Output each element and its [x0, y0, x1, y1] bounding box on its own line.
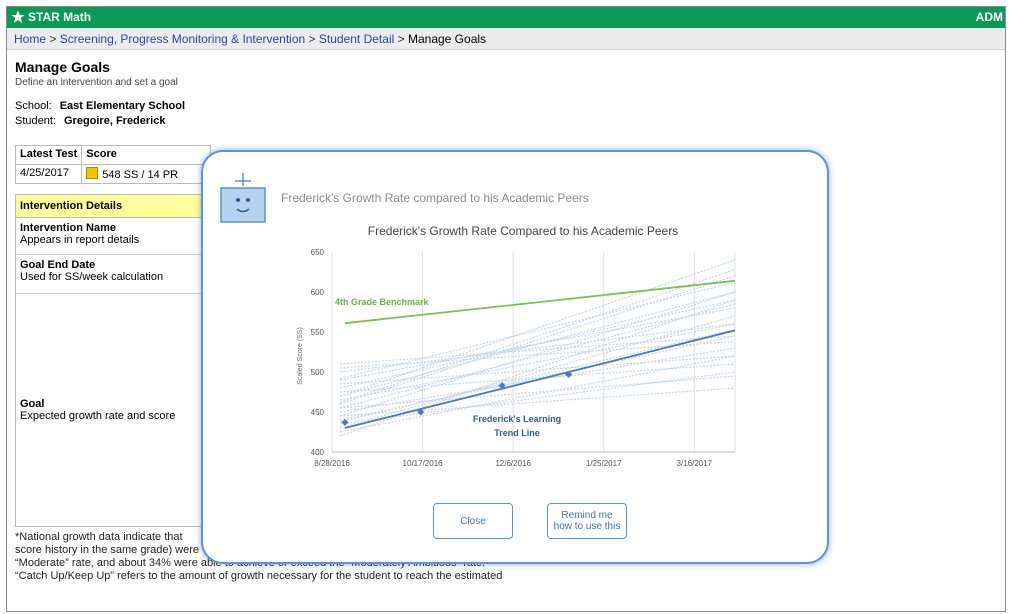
footnote-line-4: “Catch Up/Keep Up” refers to the amount … [15, 570, 503, 582]
footnote-line-2: score history in the same grade) were [15, 544, 200, 556]
latest-test-date: 4/25/2017 [14, 164, 83, 184]
close-button[interactable]: Close [433, 503, 513, 539]
mascot-icon [220, 173, 266, 223]
score-value: 548 SS / 14 PR [102, 169, 179, 181]
breadcrumb-home[interactable]: Home [14, 32, 46, 46]
y-tick-label: 550 [311, 328, 325, 337]
latest-test-table: Latest Test Score 4/25/2017 548 SS / 14 … [14, 145, 212, 184]
trend-line-label-1: Frederick's Learning [473, 414, 561, 424]
x-tick-label: 12/6/2016 [495, 459, 531, 468]
admin-link[interactable]: ADM [976, 10, 1003, 24]
x-tick-label: 10/17/2016 [403, 459, 444, 468]
breadcrumb: Home > Screening, Progress Monitoring & … [7, 28, 1005, 50]
footnote-line-1: *National growth data indicate that [15, 531, 183, 543]
breadcrumb-separator: > [308, 32, 316, 46]
school-name: East Elementary School [59, 100, 186, 112]
remind-me-label-1: Remind me [561, 510, 613, 521]
y-tick-label: 450 [311, 408, 325, 417]
goal-end-date-desc: Used for SS/week calculation [20, 271, 164, 283]
goal-row: Goal Expected growth rate and score [16, 294, 202, 426]
breadcrumb-separator: > [397, 32, 405, 46]
chart-title: Frederick's Growth Rate Compared to his … [368, 224, 678, 238]
breadcrumb-student-detail[interactable]: Student Detail [319, 32, 394, 46]
modal-title: Frederick's Growth Rate compared to his … [281, 191, 589, 205]
goal-end-date-title: Goal End Date [20, 259, 96, 271]
y-axis-label: Scaled Score (SS) [297, 327, 304, 385]
peer-trend-line [339, 323, 736, 401]
breadcrumb-separator: > [49, 32, 57, 46]
growth-rate-modal: Frederick's Growth Rate compared to his … [201, 150, 829, 564]
app-header: STAR Math ADM [7, 7, 1005, 28]
school-label: School: [15, 100, 52, 112]
intervention-name-row: Intervention Name Appears in report deta… [16, 218, 202, 255]
intervention-details-panel: Intervention Details Intervention Name A… [15, 194, 203, 527]
page-title: Manage Goals [15, 59, 110, 75]
latest-test-header: Latest Test [14, 145, 83, 165]
goal-title: Goal [20, 398, 45, 410]
trend-line-label-2: Trend Line [494, 428, 540, 438]
close-button-label: Close [460, 515, 486, 527]
student-label: Student: [15, 115, 56, 127]
score-header: Score [81, 145, 212, 165]
app-name: STAR Math [28, 10, 92, 24]
student-info: Student: Gregoire, Frederick [15, 115, 165, 127]
y-tick-label: 400 [311, 448, 325, 457]
intervention-details-header: Intervention Details [16, 195, 202, 218]
y-tick-label: 500 [311, 368, 325, 377]
page-subtitle: Define an intervention and set a goal [15, 77, 178, 88]
y-tick-label: 650 [311, 248, 325, 257]
breadcrumb-current: Manage Goals [407, 32, 487, 46]
peer-trend-line [339, 315, 736, 429]
star-logo-icon [11, 10, 25, 23]
intervention-name-title: Intervention Name [20, 222, 116, 234]
x-tick-label: 8/28/2016 [314, 459, 350, 468]
goal-desc: Expected growth rate and score [20, 410, 176, 422]
student-name: Gregoire, Frederick [63, 115, 166, 127]
peer-trend-line [340, 363, 736, 393]
score-level-swatch [86, 167, 99, 179]
intervention-name-desc: Appears in report details [20, 234, 140, 246]
remind-me-label-2: how to use this [553, 521, 621, 532]
benchmark-label: 4th Grade Benchmark [335, 297, 430, 307]
peer-trend-line [339, 259, 736, 397]
score-cell: 548 SS / 14 PR [81, 164, 212, 184]
x-tick-label: 3/16/2017 [677, 459, 713, 468]
x-tick-label: 1/25/2017 [586, 459, 622, 468]
breadcrumb-screening[interactable]: Screening, Progress Monitoring & Interve… [60, 32, 305, 46]
peer-trend-line [339, 291, 736, 417]
y-tick-label: 600 [311, 288, 325, 297]
remind-me-button[interactable]: Remind me how to use this [547, 503, 627, 539]
peer-trend-line [339, 269, 736, 403]
school-info: School: East Elementary School [15, 100, 185, 112]
app-window: STAR Math ADM Home > Screening, Progress… [6, 6, 1006, 612]
goal-end-date-row: Goal End Date Used for SS/week calculati… [16, 255, 202, 294]
growth-rate-chart: Frederick's Growth Rate Compared to his … [297, 224, 736, 468]
